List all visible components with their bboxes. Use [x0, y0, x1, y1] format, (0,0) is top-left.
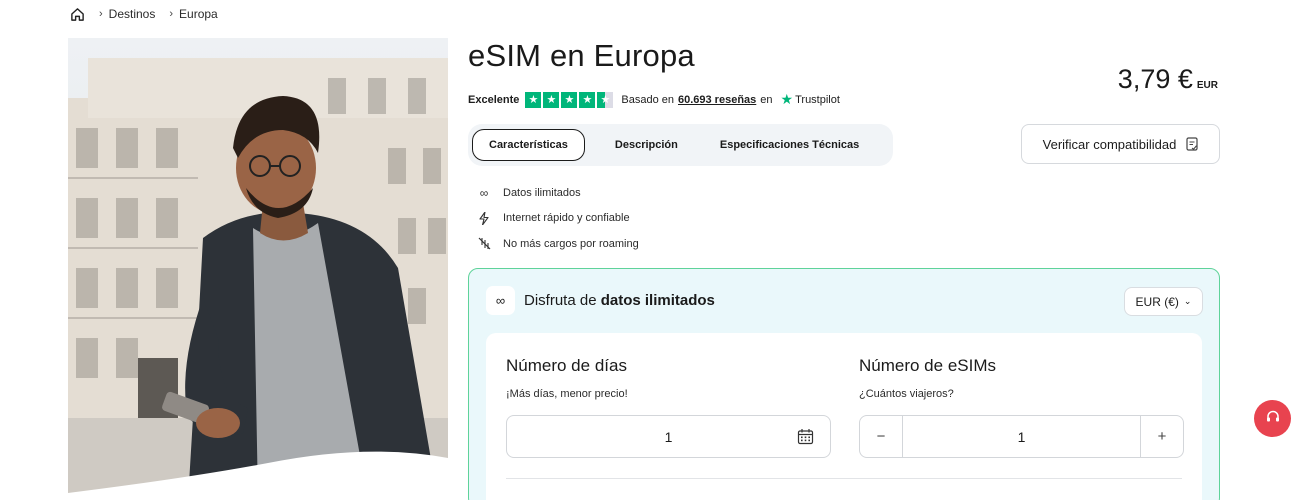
- infinity-icon: ∞: [486, 286, 515, 315]
- feature-label: Internet rápido y confiable: [503, 212, 630, 225]
- plan-options-card: Número de días ¡Más días, menor precio! …: [486, 333, 1202, 500]
- trustpilot-star-icon: ★: [780, 91, 794, 107]
- chevron-right-icon: ›: [99, 8, 103, 20]
- divider: [506, 478, 1182, 479]
- home-icon[interactable]: [70, 7, 85, 22]
- calendar-icon[interactable]: [797, 428, 814, 445]
- rating-on: en: [760, 93, 773, 106]
- esims-value[interactable]: 1: [902, 416, 1141, 457]
- page-title: eSIM en Europa: [468, 38, 695, 73]
- days-subtitle: ¡Más días, menor precio!: [506, 388, 628, 400]
- plan-heading: ∞ Disfruta de datos ilimitados: [486, 286, 715, 315]
- esims-title: Número de eSIMs: [859, 356, 996, 375]
- verify-label: Verificar compatibilidad: [1042, 136, 1177, 152]
- star-icon: ★: [561, 91, 578, 108]
- price-amount: 3,79 €: [1117, 64, 1193, 94]
- plan-configurator: ∞ Disfruta de datos ilimitados EUR (€) ⌄…: [468, 268, 1220, 500]
- feature-label: Datos ilimitados: [503, 186, 581, 199]
- rating-based-on: Basado en: [621, 93, 674, 106]
- tab-caracteristicas[interactable]: Características: [472, 129, 585, 161]
- star-icon: ★: [543, 91, 560, 108]
- star-icon: ★: [525, 91, 542, 108]
- checklist-icon: [1186, 137, 1198, 151]
- trustpilot-label: Trustpilot: [795, 93, 840, 106]
- feature-label: No más cargos por roaming: [503, 237, 639, 250]
- plan-heading-bold: datos ilimitados: [600, 292, 715, 309]
- breadcrumb-destinos[interactable]: Destinos: [109, 7, 156, 21]
- price: 3,79 € EUR: [1118, 64, 1218, 95]
- feature-list: ∞ Datos ilimitados Internet rápido y con…: [476, 180, 639, 257]
- lightning-icon: [476, 211, 492, 225]
- days-input[interactable]: 1: [506, 415, 831, 458]
- feature-item: No más cargos por roaming: [476, 231, 639, 257]
- price-currency: EUR: [1196, 80, 1218, 91]
- feature-item: ∞ Datos ilimitados: [476, 180, 639, 206]
- days-title: Número de días: [506, 356, 627, 375]
- rating-row: Excelente ★ ★ ★ ★ ★ Basado en 60.693 res…: [468, 91, 840, 108]
- currency-value: EUR (€): [1135, 294, 1179, 309]
- increment-button[interactable]: +: [1141, 416, 1183, 457]
- headset-icon: [1265, 409, 1281, 428]
- rating-stars: ★ ★ ★ ★ ★: [525, 91, 614, 108]
- star-icon: ★: [579, 91, 596, 108]
- reviews-link[interactable]: 60.693 reseñas: [678, 94, 756, 106]
- no-roaming-icon: [476, 237, 492, 250]
- currency-select[interactable]: EUR (€) ⌄: [1124, 287, 1203, 316]
- hero-image: [68, 38, 448, 500]
- tab-especificaciones[interactable]: Especificaciones Técnicas: [704, 129, 875, 161]
- half-star-icon: ★: [597, 91, 614, 108]
- days-value: 1: [664, 428, 673, 445]
- trustpilot-logo[interactable]: ★ Trustpilot: [781, 91, 840, 108]
- chevron-right-icon: ›: [169, 8, 174, 20]
- esims-stepper: − 1 +: [859, 415, 1184, 458]
- esims-subtitle: ¿Cuántos viajeros?: [859, 388, 954, 400]
- support-chat-button[interactable]: [1254, 400, 1291, 437]
- infinity-icon: ∞: [479, 185, 489, 200]
- chevron-down-icon: ⌄: [1183, 296, 1192, 306]
- product-tabs: Características Descripción Especificaci…: [468, 124, 893, 166]
- verify-compatibility-button[interactable]: Verificar compatibilidad: [1021, 124, 1220, 164]
- plan-heading-prefix: Disfruta de: [524, 292, 597, 309]
- feature-item: Internet rápido y confiable: [476, 206, 639, 232]
- tab-descripcion[interactable]: Descripción: [599, 129, 694, 161]
- days-section: Número de días ¡Más días, menor precio! …: [506, 333, 831, 458]
- rating-label: Excelente: [468, 93, 520, 106]
- breadcrumb: › Destinos › Europa: [70, 5, 218, 23]
- esims-section: Número de eSIMs ¿Cuántos viajeros? − 1 +: [859, 333, 1184, 458]
- breadcrumb-europa[interactable]: Europa: [179, 7, 218, 21]
- decrement-button[interactable]: −: [860, 416, 902, 457]
